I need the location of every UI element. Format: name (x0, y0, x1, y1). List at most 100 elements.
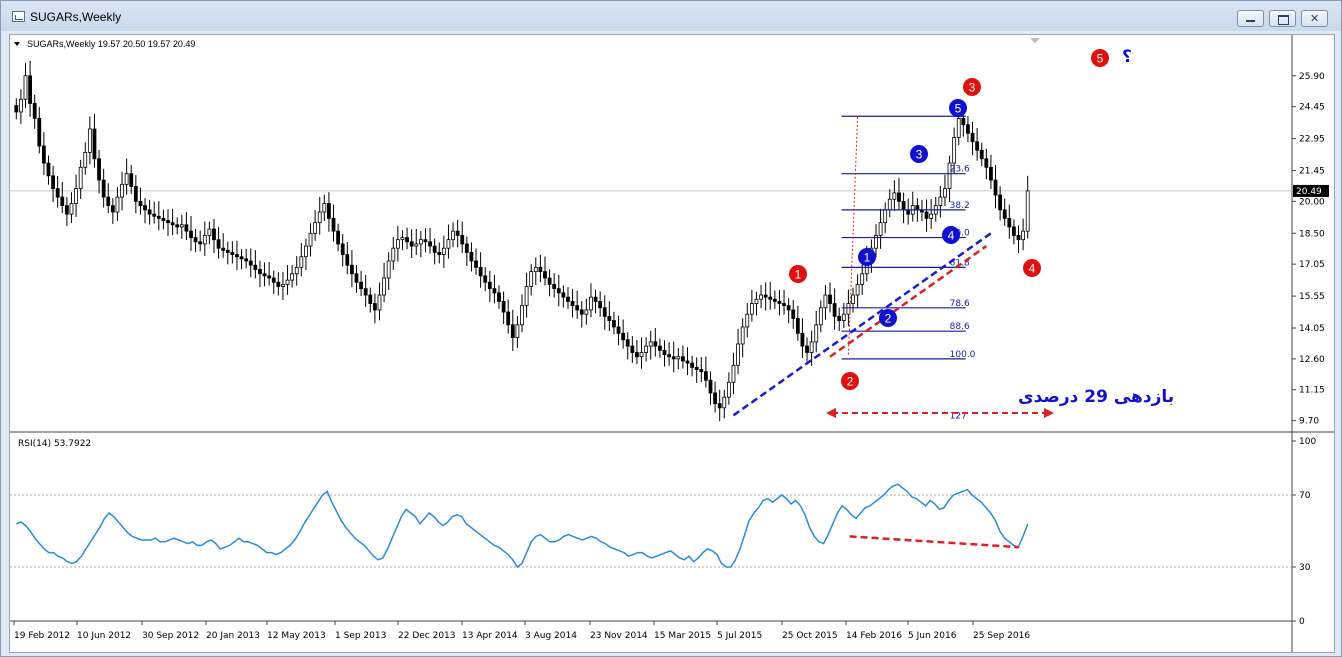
candle-body (492, 288, 497, 294)
candle-body (529, 271, 534, 287)
fib-level-label: 100.0 (950, 350, 976, 360)
candle-body (207, 228, 212, 236)
price-tick-label: 17.05 (1299, 260, 1325, 270)
chart-window-icon (12, 11, 25, 22)
candle-body (460, 235, 465, 245)
blue-wave-2-marker: 2 (885, 312, 892, 326)
candle-body (221, 247, 226, 251)
candle-body (598, 301, 603, 309)
candle-body (956, 117, 961, 138)
candle-body (602, 307, 607, 317)
candle-body (685, 360, 690, 364)
candle-body (681, 356, 685, 362)
rsi-line (16, 483, 1029, 569)
candle-body (391, 247, 396, 262)
candle-body (694, 366, 699, 370)
candle-body (87, 128, 92, 153)
time-tick-label: 13 Apr 2014 (462, 631, 518, 641)
price-tick-label: 9.70 (1299, 417, 1319, 427)
time-tick-label: 19 Feb 2012 (14, 631, 70, 641)
chart-area[interactable]: SUGARs,Weekly 19.57 20.50 19.57 20.49 RS… (9, 34, 1335, 653)
time-tick-label: 5 Jul 2015 (717, 631, 762, 641)
fib-anchor-line (847, 116, 859, 355)
chart-menu-icon[interactable] (14, 42, 20, 46)
candle-body (763, 294, 768, 298)
close-button[interactable]: ✕ (1301, 10, 1328, 27)
candle-body (800, 332, 805, 347)
candle-body (133, 186, 138, 202)
candle-body (924, 211, 929, 219)
shift-marker-icon[interactable] (1030, 38, 1040, 43)
candle-body (69, 203, 74, 215)
candle-body (841, 313, 846, 321)
candle-body (363, 288, 368, 296)
candle-body (795, 318, 800, 334)
candle-body (409, 241, 414, 247)
maximize-button[interactable] (1269, 10, 1296, 27)
candle-body (336, 230, 341, 245)
candle-body (749, 303, 754, 315)
candle-body (533, 266, 538, 273)
price-tick-label: 11.15 (1299, 386, 1325, 396)
minimize-button[interactable] (1237, 10, 1264, 27)
rsi-tick-label: 0 (1299, 617, 1305, 627)
candle-body (322, 203, 327, 213)
candle-body (483, 275, 488, 283)
candle-body (786, 305, 791, 311)
candle-body (437, 252, 442, 255)
price-chart-svg[interactable]: SUGARs,Weekly 19.57 20.50 19.57 20.49 RS… (10, 35, 1334, 652)
red-wave-1-marker: 1 (795, 268, 802, 282)
time-tick-label: 12 May 2013 (267, 631, 326, 641)
title-bar[interactable]: SUGARs,Weekly ✕ (1, 1, 1341, 31)
candle-body (579, 309, 584, 315)
candle-body (120, 183, 124, 198)
candle-body (671, 356, 676, 360)
candle-body (561, 292, 566, 298)
time-tick-label: 25 Sep 2016 (973, 631, 1030, 641)
candle-body (267, 275, 272, 279)
candle-body (566, 296, 570, 302)
candle-body (510, 324, 515, 338)
candle-body (552, 283, 557, 290)
candle-body (41, 145, 46, 164)
candle-body (814, 324, 819, 343)
candle-body (906, 209, 911, 215)
candle-body (998, 194, 1003, 211)
candle-body (975, 141, 980, 151)
candle-body (860, 273, 865, 285)
candle-body (428, 241, 432, 247)
candle-body (115, 196, 120, 213)
candle-body (961, 117, 966, 126)
candle-body (179, 224, 184, 228)
candle-body (851, 294, 855, 304)
price-tick-label: 22.95 (1299, 135, 1325, 145)
candle-body (644, 345, 649, 353)
candle-body (846, 303, 851, 315)
candle-body (713, 392, 717, 404)
candle-body (400, 237, 405, 241)
candle-body (110, 205, 115, 213)
candle-body (395, 239, 400, 249)
candle-body (791, 309, 796, 319)
rsi-divergence-line (849, 535, 1020, 549)
candle-body (382, 277, 386, 296)
candle-body (432, 245, 437, 253)
candle-body (451, 230, 455, 241)
candle-body (676, 356, 681, 360)
maximize-icon (1278, 15, 1289, 25)
candle-body (989, 166, 993, 181)
candle-body (152, 213, 157, 217)
candle-body (1016, 235, 1021, 241)
candle-body (593, 296, 598, 302)
candle-body (823, 294, 828, 309)
chart-window: SUGARs,Weekly ✕ SUGARs,Weekly 19.57 20.5… (0, 0, 1342, 657)
candle-body (469, 252, 474, 262)
candle-body (1012, 226, 1016, 236)
candle-body (175, 224, 180, 228)
candle-body (262, 273, 267, 277)
candle-body (51, 175, 55, 189)
candle-body (648, 341, 653, 347)
red-wave-4-marker: 4 (1029, 262, 1036, 276)
candle-body (740, 326, 745, 345)
fib-level-label: 23.6 (950, 165, 970, 175)
